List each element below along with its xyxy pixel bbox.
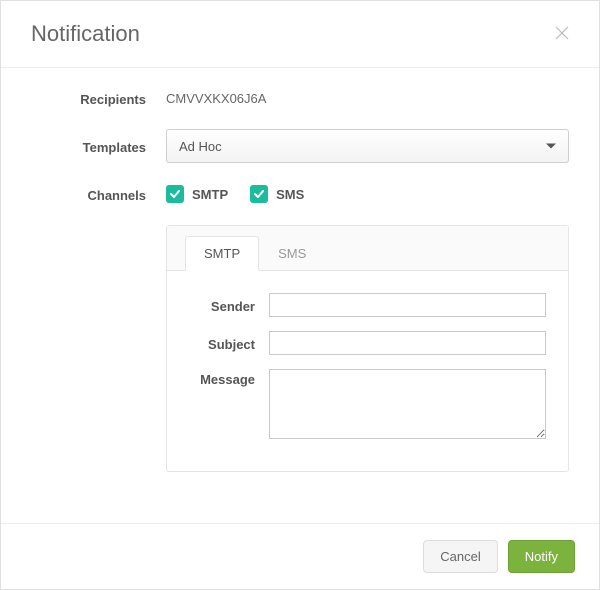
message-label: Message	[189, 369, 269, 387]
chevron-down-icon	[546, 144, 556, 149]
notification-modal: Notification Recipients CMVVXKX06J6A Tem…	[0, 0, 600, 590]
modal-header: Notification	[1, 1, 599, 68]
sender-label: Sender	[189, 296, 269, 314]
row-channels: Channels SMTP SMS	[31, 185, 569, 203]
channel-smtp-label: SMTP	[192, 187, 228, 202]
tab-sms[interactable]: SMS	[259, 236, 325, 271]
checkmark-icon	[250, 185, 268, 203]
sender-input[interactable]	[269, 293, 546, 317]
row-message: Message	[189, 369, 546, 439]
channel-sms-label: SMS	[276, 187, 304, 202]
checkmark-icon	[166, 185, 184, 203]
row-templates: Templates Ad Hoc	[31, 129, 569, 163]
message-textarea[interactable]	[269, 369, 546, 439]
channel-smtp-checkbox[interactable]: SMTP	[166, 185, 228, 203]
tab-content-smtp: Sender Subject Message	[167, 271, 568, 471]
subject-label: Subject	[189, 334, 269, 352]
channel-tabs-panel: SMTP SMS Sender Subject Message	[166, 225, 569, 472]
row-sender: Sender	[189, 293, 546, 317]
modal-footer: Cancel Notify	[1, 523, 599, 589]
row-recipients: Recipients CMVVXKX06J6A	[31, 90, 569, 107]
recipients-label: Recipients	[31, 90, 166, 107]
channels-checkbox-group: SMTP SMS	[166, 185, 569, 203]
tab-sms-label: SMS	[278, 246, 306, 261]
notify-button[interactable]: Notify	[508, 540, 575, 573]
modal-body: Recipients CMVVXKX06J6A Templates Ad Hoc…	[1, 68, 599, 523]
row-subject: Subject	[189, 331, 546, 355]
templates-selected-value: Ad Hoc	[179, 139, 222, 154]
tab-bar: SMTP SMS	[167, 226, 568, 271]
subject-input[interactable]	[269, 331, 546, 355]
cancel-button[interactable]: Cancel	[423, 540, 497, 573]
templates-select[interactable]: Ad Hoc	[166, 129, 569, 163]
cancel-button-label: Cancel	[440, 549, 480, 564]
templates-label: Templates	[31, 138, 166, 155]
channel-sms-checkbox[interactable]: SMS	[250, 185, 304, 203]
tab-smtp[interactable]: SMTP	[185, 236, 259, 271]
recipients-value: CMVVXKX06J6A	[166, 91, 266, 106]
notify-button-label: Notify	[525, 549, 558, 564]
tab-smtp-label: SMTP	[204, 246, 240, 261]
channels-label: Channels	[31, 186, 166, 203]
close-icon[interactable]	[550, 19, 574, 49]
modal-title: Notification	[31, 21, 140, 47]
